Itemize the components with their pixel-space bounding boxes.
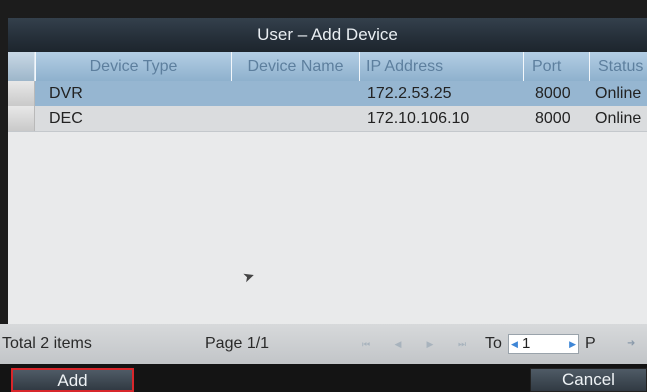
column-header-status[interactable]: Status [589, 52, 647, 81]
next-page-icon[interactable]: ▶ [424, 338, 436, 350]
page-indicator: Page 1/1 [205, 335, 270, 352]
goto-page-value: 1 [522, 335, 531, 352]
table-row[interactable]: DVR 172.2.53.25 8000 Online [8, 81, 647, 106]
cell-ip-address: 172.10.106.10 [367, 110, 470, 127]
increment-arrow-icon[interactable]: ▶ [569, 339, 576, 349]
row-checkbox[interactable] [8, 106, 35, 131]
cell-device-type: DVR [49, 85, 83, 102]
pagination-bar: Total 2 items Page 1/1 ⏮ ◀ ▶ ⏭ To ◀ 1 ▶ … [0, 324, 647, 364]
button-bar: Add Cancel [0, 364, 647, 392]
column-header-port[interactable]: Port [523, 52, 589, 81]
mouse-cursor-icon: ➤ [240, 266, 257, 286]
previous-page-icon[interactable]: ◀ [392, 338, 404, 350]
page-unit-label: P [585, 335, 596, 352]
goto-page-input[interactable]: ◀ 1 ▶ [508, 334, 579, 354]
cell-device-name [231, 81, 359, 106]
decrement-arrow-icon[interactable]: ◀ [511, 339, 518, 349]
table-row[interactable]: DEC 172.10.106.10 8000 Online [8, 106, 647, 132]
row-checkbox[interactable] [8, 81, 35, 106]
cell-status: Online [595, 110, 642, 127]
column-header-ip-address[interactable]: IP Address [359, 52, 523, 81]
total-items-label: Total 2 items [2, 335, 92, 352]
add-device-dialog: User – Add Device Device Type Device Nam… [0, 0, 647, 392]
cell-port: 8000 [535, 85, 571, 102]
column-header-device-name[interactable]: Device Name [231, 52, 359, 81]
cell-port: 8000 [535, 110, 571, 127]
first-page-icon[interactable]: ⏮ [360, 338, 372, 350]
cell-status: Online [595, 85, 642, 102]
dialog-title: User – Add Device [8, 18, 647, 52]
cell-device-name [231, 106, 359, 131]
goto-page-label: To [485, 335, 502, 352]
cancel-button[interactable]: Cancel [530, 368, 647, 392]
device-table: Device Type Device Name IP Address Port … [8, 52, 647, 324]
go-arrow-icon[interactable]: ➜ [627, 338, 635, 350]
table-header: Device Type Device Name IP Address Port … [8, 52, 647, 81]
column-header-device-type[interactable]: Device Type [35, 52, 231, 81]
add-button[interactable]: Add [11, 368, 134, 392]
select-all-checkbox[interactable] [8, 52, 35, 81]
cell-ip-address: 172.2.53.25 [367, 85, 452, 102]
cell-device-type: DEC [49, 110, 83, 127]
last-page-icon[interactable]: ⏭ [456, 338, 468, 350]
